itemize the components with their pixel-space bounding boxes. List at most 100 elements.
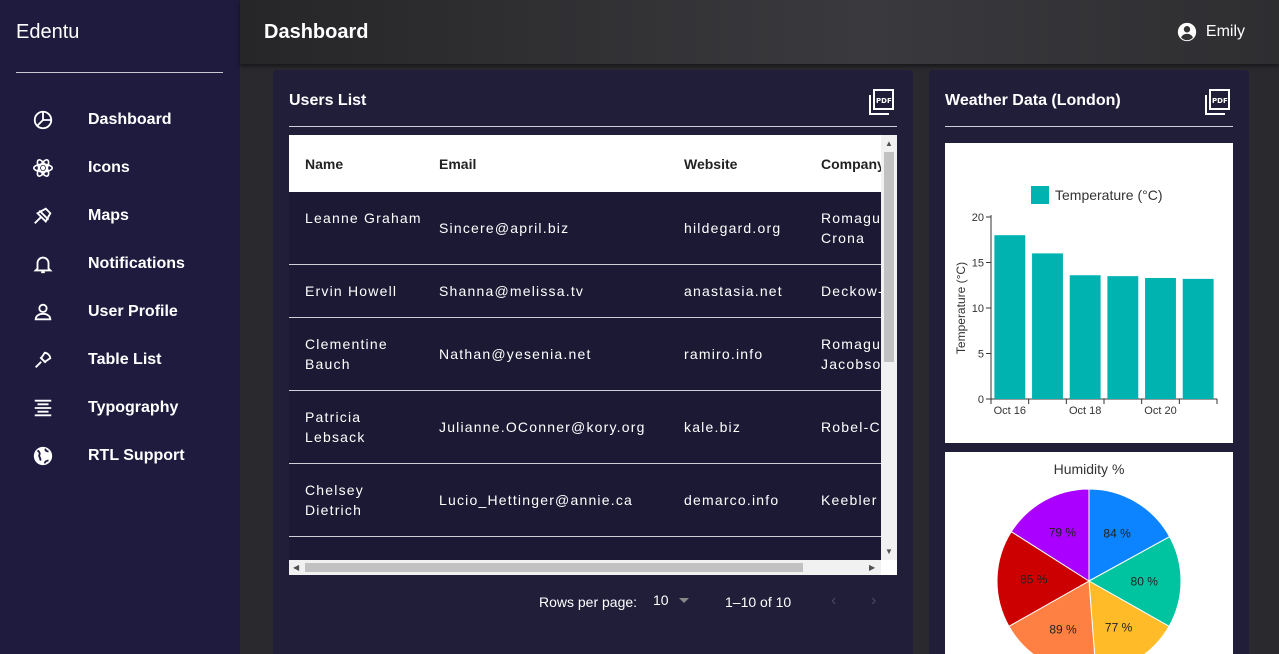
table-row[interactable]: Patricia Lebsack Julianne.OConner@kory.o… [289,391,881,464]
brand-divider [16,72,223,73]
sidebar-item-dashboard[interactable]: Dashboard [0,96,240,144]
vertical-scrollbar[interactable]: ▲ ▼ [881,135,897,560]
sidebar-item-typography[interactable]: Typography [0,384,240,432]
humidity-chart-panel: Humidity % 84 % 80 % 77 % 89 % 85 % 79 % [945,452,1233,654]
bar [1182,278,1214,399]
brand-logo[interactable]: Edentu [16,21,79,44]
sidebar-item-label: Notifications [88,255,185,272]
table-row[interactable]: Chelsey Dietrich Lucio_Hettinger@annie.c… [289,464,881,537]
temperature-chart-panel: Temperature (°C) 0 5 10 15 20 Temperature (°C)… [945,143,1233,443]
legend-swatch [1031,186,1049,204]
pie-title: Humidity % [1054,461,1125,477]
pdf-export-icon[interactable]: PDF [1203,88,1231,116]
pie-slice-label: 79 % [1049,526,1077,540]
cell-email: Julianne.OConner@kory.org [439,419,646,435]
sidebar: Edentu Dashboard Icons Maps Notification… [0,0,240,654]
cell-name: Ervin Howell [305,283,398,299]
y-tick-label: 5 [978,349,984,361]
sidebar-item-label: User Profile [88,303,178,320]
horizontal-scrollbar[interactable]: ◀ ▶ [289,560,881,575]
next-page-button[interactable]: › [871,592,876,610]
cell-name: Clementine Bauch [305,336,388,372]
scroll-thumb[interactable] [884,152,894,362]
card-divider [945,126,1233,127]
column-header-company[interactable]: Company [821,156,885,172]
table-row[interactable]: Clementine Bauch Nathan@yesenia.net rami… [289,318,881,391]
sidebar-item-notifications[interactable]: Notifications [0,240,240,288]
column-header-website[interactable]: Website [684,156,737,172]
cell-website: kale.biz [684,419,742,435]
pagination-range: 1–10 of 10 [725,594,792,610]
column-header-email[interactable]: Email [439,156,476,172]
temperature-bar-chart: Temperature (°C) 0 5 10 15 20 Temperature (°C)… [954,186,1218,417]
scroll-right-arrow-icon[interactable]: ▶ [869,563,875,572]
sidebar-item-rtl-support[interactable]: RTL Support [0,432,240,480]
sidebar-item-label: Icons [88,159,130,176]
bar [1032,253,1063,399]
bar [1145,277,1176,399]
rows-per-page-select[interactable]: 10 [653,592,689,608]
sidebar-nav: Dashboard Icons Maps Notifications User … [0,96,240,480]
scroll-up-arrow-icon[interactable]: ▲ [885,139,893,148]
sidebar-item-user-profile[interactable]: User Profile [0,288,240,336]
scroll-down-arrow-icon[interactable]: ▼ [885,547,893,556]
sidebar-item-table-list[interactable]: Table List [0,336,240,384]
users-list-title: Users List [289,92,367,109]
svg-text:PDF: PDF [876,97,892,105]
chart-pie-icon [32,109,54,131]
atom-icon [32,157,54,179]
chevron-down-icon [678,597,689,603]
card-divider [289,126,897,127]
pie-slice-label: 77 % [1105,621,1133,635]
table-row[interactable]: Leanne Graham Sincere@april.biz hildegar… [289,192,881,265]
table-body: Leanne Graham Sincere@april.biz hildegar… [289,192,881,560]
pdf-export-icon[interactable]: PDF [867,88,895,116]
cell-email: Sincere@april.biz [439,220,570,236]
weather-card-title: Weather Data (London) [945,92,1121,109]
user-name: Emily [1205,23,1245,40]
sidebar-item-label: Typography [88,399,179,416]
table-header: Name Email Website Company [289,135,885,192]
pie-slice-label: 85 % [1020,573,1048,587]
user-icon [32,301,54,323]
globe-icon [32,445,54,467]
scroll-left-arrow-icon[interactable]: ◀ [293,563,299,572]
pie-slice-label: 89 % [1049,623,1077,637]
rows-per-page-value: 10 [653,592,669,608]
x-tick-label: Oct 18 [1069,405,1101,417]
column-header-name[interactable]: Name [305,156,343,172]
y-tick-label: 20 [972,212,984,224]
align-center-icon [32,397,54,419]
account-circle-icon [1176,21,1198,43]
cell-email: Shanna@melissa.tv [439,283,585,299]
cell-website: anastasia.net [684,283,783,299]
table-pagination: Rows per page: 10 1–10 of 10 ‹ › [273,592,913,612]
cell-company: Robel-Corkery [821,419,881,435]
page-title: Dashboard [264,21,369,43]
scroll-thumb[interactable] [305,563,803,572]
users-table: Name Email Website Company Leanne Graham… [289,135,897,575]
user-menu[interactable]: Emily [1176,21,1245,43]
cell-email: Nathan@yesenia.net [439,346,592,362]
users-list-card: Users List PDF Name Email Website Compan… [273,70,913,654]
y-tick-label: 0 [978,394,984,406]
sidebar-item-maps[interactable]: Maps [0,192,240,240]
cell-name: Leanne Graham [305,210,422,226]
cell-company: Romaguera-Jacobson [821,336,881,372]
sidebar-item-label: Table List [88,351,162,368]
sidebar-item-label: Dashboard [88,111,172,128]
cell-website: hildegard.org [684,220,782,236]
cell-website: ramiro.info [684,346,764,362]
pin-icon [32,205,54,227]
sidebar-item-label: RTL Support [88,447,185,464]
bell-icon [32,253,54,275]
cell-name: Patricia Lebsack [305,409,366,445]
bar [1107,276,1139,399]
sidebar-item-icons[interactable]: Icons [0,144,240,192]
cell-email: Lucio_Hettinger@annie.ca [439,492,634,508]
previous-page-button[interactable]: ‹ [831,592,836,610]
cell-company: Keebler LLC [821,492,881,508]
table-row[interactable]: Ervin Howell Shanna@melissa.tv anastasia… [289,265,881,318]
humidity-pie-chart: Humidity % 84 % 80 % 77 % 89 % 85 % 79 % [996,461,1182,654]
weather-card: Weather Data (London) PDF Temperature (°… [929,70,1249,654]
